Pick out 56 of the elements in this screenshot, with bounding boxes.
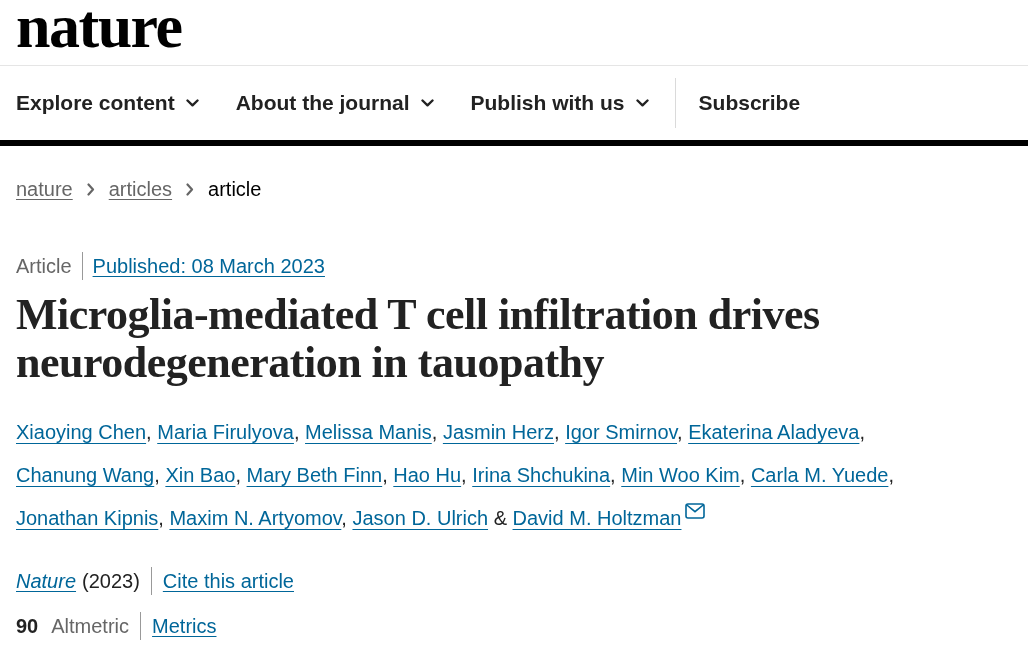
author-separator: &: [493, 507, 507, 529]
author-separator: ,: [677, 421, 683, 443]
author-separator: ,: [154, 464, 160, 486]
author-link[interactable]: David M. Holtzman: [512, 507, 682, 529]
publication-year: (2023): [82, 569, 140, 594]
nav-menu-button[interactable]: About the journal: [235, 87, 434, 119]
author-separator: ,: [859, 421, 865, 443]
author-link[interactable]: Mary Beth Finn: [246, 464, 383, 486]
author-separator: ,: [158, 507, 164, 529]
author-separator: ,: [739, 464, 746, 486]
author-link[interactable]: Ekaterina Aladyeva: [688, 421, 860, 443]
breadcrumb-link[interactable]: nature: [16, 176, 73, 202]
author-separator: ,: [235, 464, 241, 486]
published-date-link[interactable]: Published: 08 March 2023: [92, 253, 325, 279]
author-separator: ,: [431, 421, 438, 443]
article-title: Microglia-mediated T cell infiltration drives neurodegeneration in tauopathy: [16, 291, 821, 387]
author-separator: ,: [341, 507, 347, 529]
journal-link[interactable]: Nature: [16, 568, 77, 594]
chevron-down-icon: [420, 99, 434, 107]
author-link[interactable]: Carla M. Yuede: [750, 464, 889, 486]
metrics-link[interactable]: Metrics: [152, 613, 217, 639]
author-separator: ,: [382, 464, 388, 486]
chevron-down-icon: [635, 99, 649, 107]
author-link[interactable]: Maxim N. Artyomov: [169, 507, 342, 529]
breadcrumb-link[interactable]: articles: [108, 176, 173, 202]
author-separator: ,: [146, 421, 152, 443]
author-separator: ,: [293, 421, 300, 443]
author-link[interactable]: Jason D. Ulrich: [352, 507, 489, 529]
author-link[interactable]: Igor Smirnov: [565, 421, 678, 443]
author-link[interactable]: Irina Shchukina: [472, 464, 611, 486]
altmetric-score: 90: [16, 614, 39, 639]
chevron-right-icon: [86, 182, 95, 196]
author-link[interactable]: Jasmin Herz: [442, 421, 554, 443]
author-link[interactable]: Maria Firulyova: [157, 421, 294, 443]
author-separator: ,: [888, 464, 894, 486]
article-type-label: Article: [16, 254, 72, 279]
chevron-right-icon: [186, 182, 195, 196]
author-link[interactable]: Chanung Wang: [16, 464, 155, 486]
nav-menu-button[interactable]: Explore content: [16, 87, 199, 119]
nav-menu-button[interactable]: Publish with us: [470, 87, 649, 119]
email-icon[interactable]: [685, 503, 706, 519]
breadcrumb-current: article: [208, 177, 262, 202]
author-link[interactable]: Min Woo Kim: [621, 464, 740, 486]
author-separator: ,: [610, 464, 616, 486]
author-link[interactable]: Hao Hu: [393, 464, 462, 486]
author-separator: ,: [554, 421, 560, 443]
altmetric-label: Altmetric: [51, 614, 130, 639]
author-link[interactable]: Melissa Manis: [305, 421, 432, 443]
nav-link[interactable]: Subscribe: [698, 87, 801, 119]
site-logo[interactable]: nature: [16, 0, 182, 57]
chevron-down-icon: [185, 99, 199, 107]
cite-link[interactable]: Cite this article: [162, 568, 294, 594]
author-separator: ,: [461, 464, 467, 486]
author-link[interactable]: Jonathan Kipnis: [16, 507, 159, 529]
author-link[interactable]: Xiaoying Chen: [16, 421, 147, 443]
author-link[interactable]: Xin Bao: [165, 464, 236, 486]
